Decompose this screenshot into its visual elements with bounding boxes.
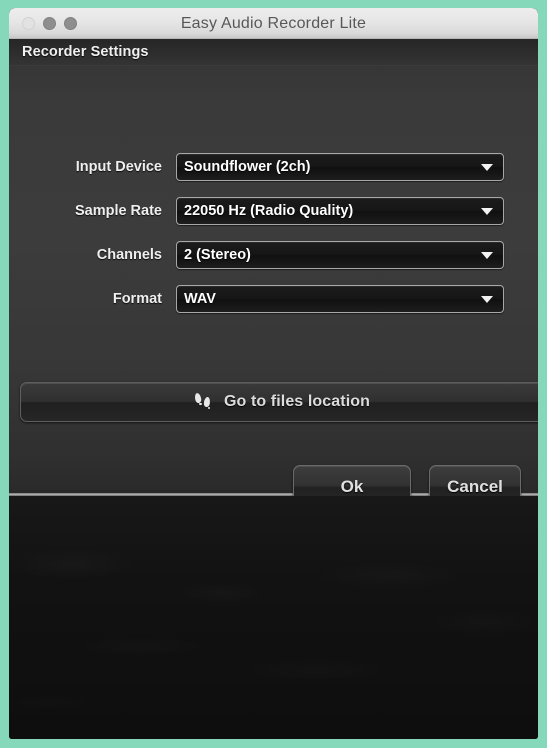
channels-value: 2 (Stereo) (184, 247, 251, 263)
sample-rate-label: Sample Rate (74, 203, 162, 219)
input-device-label: Input Device (75, 159, 162, 175)
form-row-format: Format WAV (9, 277, 538, 321)
chevron-down-icon (481, 208, 493, 215)
form-row-sample-rate: Sample Rate 22050 Hz (Radio Quality) (9, 189, 538, 233)
panel-header-title: Recorder Settings (22, 44, 149, 60)
form-row-channels: Channels 2 (Stereo) (9, 233, 538, 277)
zoom-window-button[interactable] (64, 17, 77, 30)
chevron-down-icon (481, 252, 493, 259)
window-title: Easy Audio Recorder Lite (180, 14, 367, 32)
title-bar[interactable]: Easy Audio Recorder Lite (9, 8, 538, 39)
window-frame: Easy Audio Recorder Lite Recorder Settin… (0, 0, 547, 748)
format-select[interactable]: WAV (176, 285, 504, 313)
form-row-input-device: Input Device Soundflower (2ch) (9, 145, 538, 189)
panel-header: Recorder Settings (9, 39, 538, 66)
sample-rate-select[interactable]: 22050 Hz (Radio Quality) (176, 197, 504, 225)
go-to-files-location-label: Go to files location (223, 393, 370, 410)
chevron-down-icon (481, 164, 493, 171)
format-value: WAV (184, 291, 216, 307)
input-device-value: Soundflower (2ch) (184, 159, 311, 175)
minimize-window-button[interactable] (43, 17, 56, 30)
settings-form: Input Device Soundflower (2ch) Sample Ra… (9, 145, 538, 321)
application-window: Easy Audio Recorder Lite Recorder Settin… (9, 8, 538, 739)
chevron-down-icon (481, 296, 493, 303)
footprints-icon (194, 392, 215, 411)
recorder-settings-panel: Recorder Settings Input Device Soundflow… (9, 39, 538, 508)
channels-select[interactable]: 2 (Stereo) (176, 241, 504, 269)
close-window-button[interactable] (22, 17, 35, 30)
channels-label: Channels (96, 247, 162, 263)
traffic-light-group (22, 8, 77, 39)
format-label: Format (112, 291, 162, 307)
sample-rate-value: 22050 Hz (Radio Quality) (184, 203, 354, 219)
go-to-files-location-button[interactable]: Go to files location (20, 382, 538, 422)
content-area (9, 496, 538, 739)
input-device-select[interactable]: Soundflower (2ch) (176, 153, 504, 181)
